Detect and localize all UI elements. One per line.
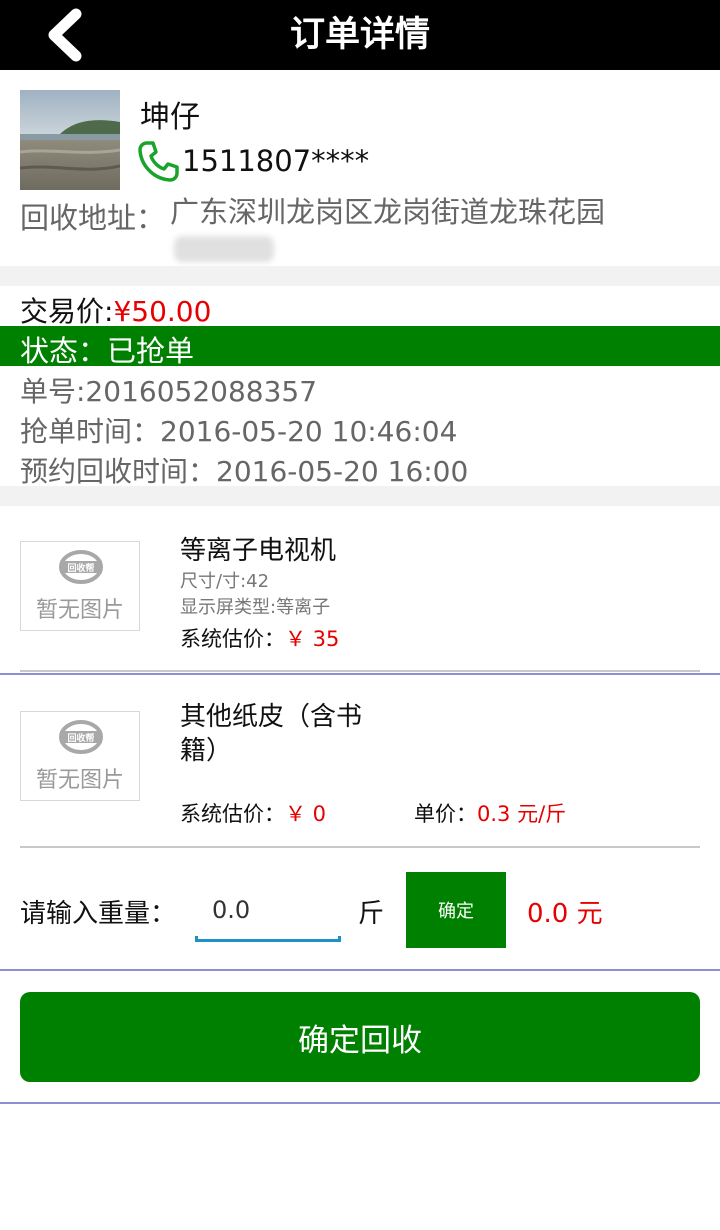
logo-text: 回收帮 <box>67 562 94 574</box>
address-text: 广东深圳龙岗区龙岗街道龙珠花园 <box>170 195 606 229</box>
item-name: 等离子电视机 <box>180 536 337 566</box>
item-image-placeholder: 回收帮 暂无图片 <box>20 711 140 801</box>
weight-input[interactable] <box>196 880 340 940</box>
weight-input-underline <box>195 936 341 942</box>
section-divider <box>0 266 720 286</box>
weight-unit: 斤 <box>358 899 385 929</box>
weight-label: 请输入重量： <box>20 899 177 929</box>
item-divider <box>0 673 720 675</box>
item-name: 其他纸皮（含书籍） <box>180 702 363 766</box>
confirm-weight-button[interactable]: 确定 <box>406 872 506 948</box>
price-value: ¥50.00 <box>113 295 212 328</box>
estimate-value: ￥ 0 <box>285 802 327 826</box>
item-attribute: 显示屏类型:等离子 <box>180 597 331 618</box>
estimate-value: ￥ 35 <box>285 627 340 651</box>
address-label: 回收地址： <box>20 201 166 235</box>
phone-icon[interactable] <box>138 140 180 182</box>
section-divider <box>0 1102 720 1104</box>
item-divider <box>20 846 700 848</box>
recycle-logo-icon: 回收帮 <box>59 550 103 584</box>
trade-price: 交易价:¥50.00 <box>20 290 211 330</box>
item-estimate: 系统估价：￥ 0 <box>180 798 326 828</box>
customer-name: 坤仔 <box>140 100 200 135</box>
order-number: 单号:2016052088357 <box>20 375 318 408</box>
confirm-recycle-button[interactable]: 确定回收 <box>20 992 700 1082</box>
appointment-time: 预约回收时间：2016-05-20 16:00 <box>20 455 469 488</box>
unit-price: 单价：0.3 元/斤 <box>414 798 566 828</box>
item-attribute: 尺寸/寸:42 <box>180 571 270 592</box>
grab-time: 抢单时间：2016-05-20 10:46:04 <box>20 415 458 448</box>
no-image-text: 暂无图片 <box>35 598 124 623</box>
redacted-address-detail <box>174 236 274 262</box>
item-image-placeholder: 回收帮 暂无图片 <box>20 541 140 631</box>
estimate-label: 系统估价： <box>180 802 285 826</box>
estimate-label: 系统估价： <box>180 627 285 651</box>
address-value: 广东深圳龙岗区龙岗街道龙珠花园 <box>170 195 610 265</box>
item-estimate: 系统估价：￥ 35 <box>180 623 339 653</box>
unit-price-label: 单价： <box>414 802 477 826</box>
section-divider <box>0 486 720 506</box>
logo-text: 回收帮 <box>67 732 94 744</box>
page-title: 订单详情 <box>289 15 430 55</box>
no-image-text: 暂无图片 <box>35 768 124 793</box>
customer-phone[interactable]: 1511807**** <box>182 144 369 178</box>
top-bar: 订单详情 <box>0 0 720 70</box>
total-amount: 0.0 元 <box>527 899 603 929</box>
customer-photo <box>20 90 120 190</box>
status-bar: 状态：已抢单 <box>0 326 720 368</box>
section-divider <box>0 969 720 971</box>
recycle-logo-icon: 回收帮 <box>59 720 103 754</box>
unit-price-value: 0.3 元/斤 <box>477 802 567 826</box>
status-text: 状态：已抢单 <box>20 334 195 368</box>
price-label: 交易价: <box>20 295 114 328</box>
item-divider <box>20 670 700 672</box>
